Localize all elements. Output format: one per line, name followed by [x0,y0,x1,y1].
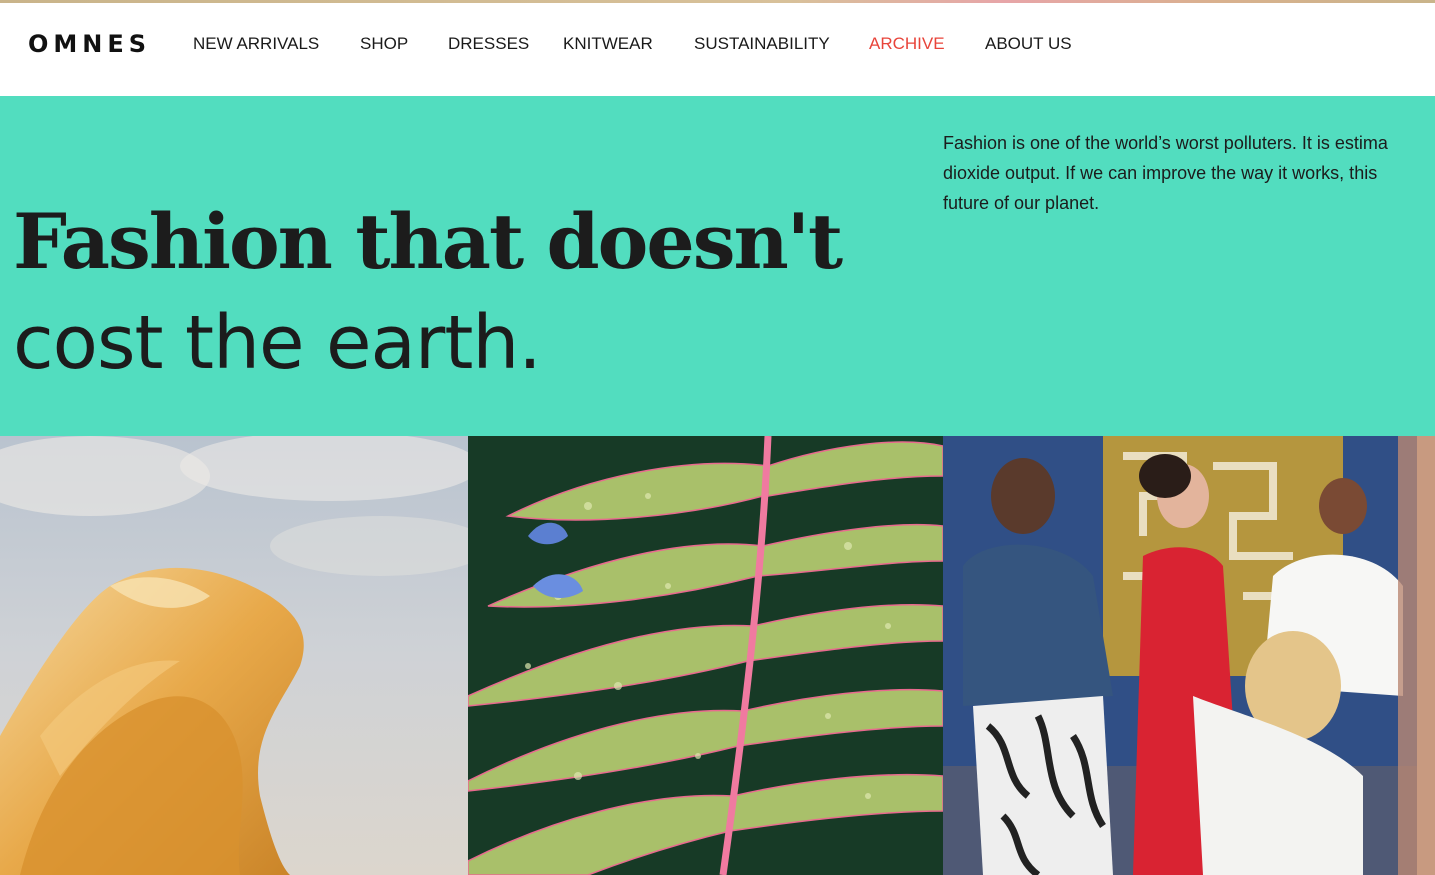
hero-description-line: Fashion is one of the world’s worst poll… [943,133,1388,153]
dress-fitting-image[interactable] [943,436,1417,875]
nav-item-new-arrivals[interactable]: NEW ARRIVALS [193,31,319,57]
nav-item-knitwear[interactable]: KNITWEAR [563,31,653,57]
hero-banner: Fashion that doesn't cost the earth. Fas… [0,96,1435,436]
brand-logo[interactable]: OMNES [28,27,151,61]
hero-description-line: future of our planet. [943,193,1100,213]
nav-item-dresses[interactable]: DRESSES [448,31,529,57]
fern-leaf-image[interactable] [468,436,943,875]
hero-description-line: dioxide output. If we can improve the wa… [943,163,1378,183]
nav-item-about-us[interactable]: ABOUT US [985,31,1072,57]
nav-item-sustainability[interactable]: SUSTAINABILITY [694,31,830,57]
hero-description: Fashion is one of the world’s worst poll… [943,128,1435,218]
nav-item-shop[interactable]: SHOP [360,31,408,57]
hero-headline-line-2: cost the earth. [13,300,542,386]
site-header: OMNES NEW ARRIVALS SHOP DRESSES KNITWEAR… [0,3,1435,96]
partial-next-image[interactable] [1417,436,1435,875]
nav-item-archive[interactable]: ARCHIVE [869,31,945,57]
hero-headline-line-1: Fashion that doesn't [13,197,843,286]
flowing-fabric-image[interactable] [0,436,468,875]
image-gallery [0,436,1435,875]
